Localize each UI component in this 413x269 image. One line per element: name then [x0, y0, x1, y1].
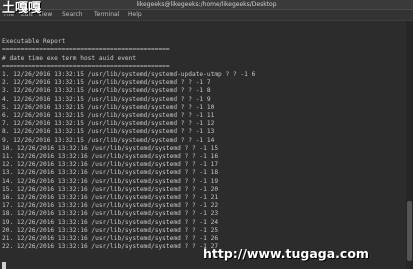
separator-line: ========================================…	[2, 46, 170, 53]
site-watermark: http://www.tugaga.com	[203, 246, 369, 261]
report-row: 18. 12/26/2016 13:32:16 /usr/lib/systemd…	[2, 210, 219, 217]
site-logo-overlay: 土嘎嘎	[2, 1, 42, 16]
menu-bar: File Edit View Search Terminal Help	[0, 10, 413, 21]
report-row: 8. 12/26/2016 13:32:15 /usr/lib/systemd/…	[2, 128, 215, 135]
report-row: 17. 12/26/2016 13:32:16 /usr/lib/systemd…	[2, 202, 219, 209]
window-titlebar[interactable]: likegeeks@likegeeks:/home/likegeeks/Desk…	[0, 0, 413, 10]
report-row: 2. 12/26/2016 13:32:15 /usr/lib/systemd/…	[2, 79, 211, 86]
report-row: 22. 12/26/2016 13:32:16 /usr/lib/systemd…	[2, 243, 219, 250]
separator-line: ========================================…	[2, 63, 170, 70]
terminal-output[interactable]: Executable Report ======================…	[0, 21, 406, 269]
menu-search[interactable]: Search	[62, 11, 83, 19]
report-row: 5. 12/26/2016 13:32:15 /usr/lib/systemd/…	[2, 104, 215, 111]
report-row: 9. 12/26/2016 13:32:15 /usr/lib/systemd/…	[2, 137, 215, 144]
terminal-cursor	[2, 262, 6, 269]
report-row: 12. 12/26/2016 13:32:16 /usr/lib/systemd…	[2, 161, 219, 168]
report-header-line: # date time exe term host auid event	[2, 55, 137, 62]
report-row: 21. 12/26/2016 13:32:16 /usr/lib/systemd…	[2, 235, 219, 242]
report-row: 7. 12/26/2016 13:32:15 /usr/lib/systemd/…	[2, 120, 215, 127]
report-row: 13. 12/26/2016 13:32:16 /usr/lib/systemd…	[2, 169, 219, 176]
report-row: 14. 12/26/2016 13:32:16 /usr/lib/systemd…	[2, 178, 219, 185]
report-row: 4. 12/26/2016 13:32:15 /usr/lib/systemd/…	[2, 96, 211, 103]
window-title: likegeeks@likegeeks:/home/likegeeks/Desk…	[136, 1, 277, 8]
report-row: 1. 12/26/2016 13:32:15 /usr/lib/systemd/…	[2, 71, 256, 78]
report-row: 11. 12/26/2016 13:32:16 /usr/lib/systemd…	[2, 153, 219, 160]
report-row: 15. 12/26/2016 13:32:16 /usr/lib/systemd…	[2, 186, 219, 193]
terminal-scrollbar[interactable]	[406, 21, 413, 269]
menu-terminal[interactable]: Terminal	[94, 11, 119, 19]
report-title-line: Executable Report	[2, 38, 66, 45]
menu-help[interactable]: Help	[128, 11, 142, 19]
report-row: 16. 12/26/2016 13:32:16 /usr/lib/systemd…	[2, 194, 219, 201]
report-row: 10. 12/26/2016 13:32:16 /usr/lib/systemd…	[2, 145, 219, 152]
report-row: 20. 12/26/2016 13:32:16 /usr/lib/systemd…	[2, 227, 219, 234]
report-row: 19. 12/26/2016 13:32:16 /usr/lib/systemd…	[2, 219, 219, 226]
report-row: 6. 12/26/2016 13:32:15 /usr/lib/systemd/…	[2, 112, 215, 119]
report-row: 3. 12/26/2016 13:32:15 /usr/lib/systemd/…	[2, 87, 211, 94]
